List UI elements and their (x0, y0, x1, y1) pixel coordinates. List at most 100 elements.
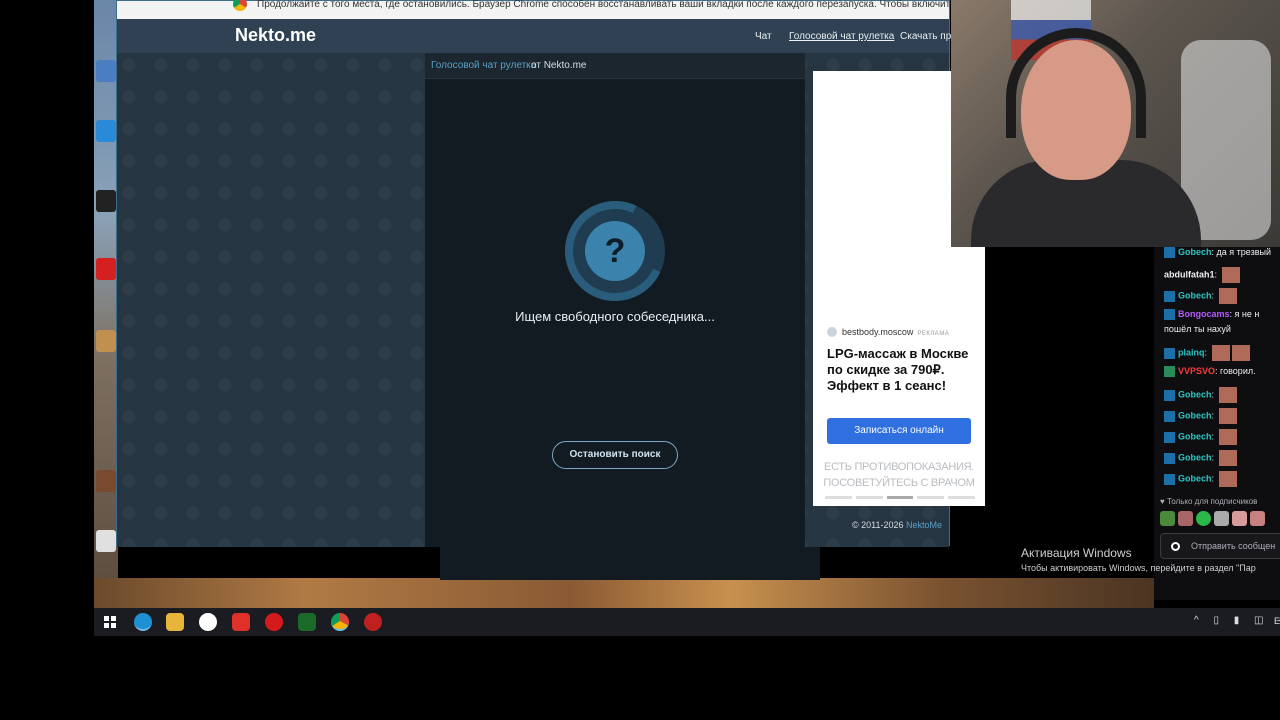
explorer-icon[interactable] (166, 613, 184, 631)
carousel-dot[interactable] (825, 496, 852, 499)
chat-message: Gobech: да я трезвый (1164, 247, 1272, 259)
ad-headline[interactable]: LPG-массаж в Москве по скидке за 790₽. Э… (827, 346, 977, 394)
emote-icon[interactable] (1232, 511, 1247, 526)
desktop-icon[interactable] (96, 120, 116, 142)
carousel-dot[interactable] (855, 496, 883, 499)
emote-icon[interactable] (1196, 511, 1211, 526)
chat-username[interactable]: Gobech (1178, 389, 1212, 399)
opera-icon[interactable] (265, 613, 283, 631)
chat-username[interactable]: Gobech (1178, 410, 1212, 420)
taskbar: ^ ▯ ▮ ◫ ◁) ЕN (94, 608, 1280, 636)
chat-username[interactable]: plainq (1178, 347, 1205, 357)
search-status: Ищем свободного собеседника... (515, 309, 715, 324)
badge-icon (1164, 347, 1175, 359)
badge-icon (1164, 410, 1175, 422)
chat-message: Gobech: (1164, 450, 1237, 466)
chrome-icon[interactable] (331, 613, 349, 631)
badge-icon (1164, 389, 1175, 401)
ad-advertiser: bestbody.moscow РЕКЛАМА (842, 327, 949, 337)
emote-icon (1211, 345, 1230, 361)
site-navbar: Nekto.me Чат Голосовой чат рулетка Скача… (117, 19, 963, 53)
badge-icon (1164, 473, 1175, 485)
system-tray[interactable]: ^ ▯ ▮ ◫ ◁) (1194, 615, 1280, 626)
emote-icon[interactable] (1214, 511, 1229, 526)
chat-text: я не н (1234, 309, 1260, 319)
emote-icon (1218, 429, 1237, 445)
breadcrumb: Голосовой чат рулетка от Nekto.me (425, 53, 805, 79)
chat-username[interactable]: Gobech (1178, 290, 1212, 300)
emote-icon (1218, 288, 1237, 304)
emote-icon (1218, 471, 1237, 487)
desktop-icon[interactable] (96, 530, 116, 552)
desktop-icon[interactable] (96, 190, 116, 212)
chat-username[interactable]: Bongocams (1178, 309, 1230, 319)
ad-cta-button[interactable]: Записаться онлайн (827, 418, 971, 444)
chat-text: да я трезвый (1216, 247, 1272, 257)
desktop-icon[interactable] (96, 60, 116, 82)
chat-message: Gobech: (1164, 471, 1237, 487)
chat-message: Bongocams: я не н (1164, 309, 1260, 321)
chat-text: говорил. (1220, 366, 1256, 376)
badge-icon (1164, 452, 1175, 464)
page-bottom-strip (440, 546, 820, 580)
emote-icon[interactable] (1250, 511, 1265, 526)
carousel-dot[interactable] (917, 496, 945, 499)
subs-only-text: Только для подписчиков (1166, 497, 1258, 506)
question-mark: ? (585, 221, 645, 281)
infobar-text: Продолжайте с того места, где остановили… (257, 0, 1064, 10)
desktop-icon[interactable] (96, 470, 116, 492)
chat-username[interactable]: Gobech (1178, 247, 1212, 257)
copyright-link[interactable]: NektoMe (906, 520, 942, 530)
copyright-text: © 2011-2026 (852, 520, 904, 530)
emote-icon (1218, 450, 1237, 466)
chat-message: VVPSVO: говорил. (1164, 366, 1256, 378)
advertiser-name: bestbody.moscow (842, 327, 914, 337)
start-icon[interactable] (104, 616, 116, 628)
chat-username[interactable]: abdulfatah1 (1164, 269, 1215, 279)
badge-icon (1164, 366, 1175, 378)
stop-search-button[interactable]: Остановить поиск (552, 441, 678, 469)
chat-username[interactable]: Gobech (1178, 473, 1212, 483)
restore-infobar: Продолжайте с того места, где остановили… (117, 0, 1064, 19)
breadcrumb-text: от Nekto.me (531, 60, 587, 71)
chat-message: Gobech: (1164, 408, 1237, 424)
ad-carousel-dots (825, 496, 975, 499)
desktop-strip (94, 0, 118, 608)
desktop-icon[interactable] (96, 258, 116, 280)
ad-badge: РЕКЛАМА (917, 331, 950, 337)
wallpaper (94, 578, 1154, 608)
windows-activation-watermark: Активация Windows Чтобы активировать Win… (1021, 546, 1256, 573)
badge-icon (1164, 247, 1175, 259)
chat-username[interactable]: Gobech (1178, 452, 1212, 462)
breadcrumb-link[interactable]: Голосовой чат рулетка (431, 60, 536, 71)
emote-icon[interactable] (1178, 511, 1193, 526)
nav-chat[interactable]: Чат (755, 31, 772, 42)
ad-warning: ЕСТЬ ПРОТИВОПОКАЗАНИЯ. ПОСОВЕТУЙТЕСЬ С В… (823, 461, 975, 489)
activation-title: Активация Windows (1021, 546, 1132, 560)
app-icon[interactable] (298, 613, 316, 631)
chat-message-continued: пошёл ты нахуй (1164, 324, 1231, 334)
site-logo[interactable]: Nekto.me (235, 25, 316, 46)
language-indicator[interactable]: ЕN (1274, 616, 1280, 626)
chat-panel: Голосовой чат рулетка от Nekto.me ? Ищем… (425, 53, 884, 547)
copyright: © 2011-2026 NektoMe (852, 520, 942, 530)
nav-voice-chat[interactable]: Голосовой чат рулетка (789, 31, 894, 42)
emote-icon[interactable] (1160, 511, 1175, 526)
yandex-browser-icon[interactable] (199, 613, 217, 631)
edge-icon[interactable] (134, 613, 152, 631)
yandex-icon[interactable] (232, 613, 250, 631)
recorder-icon[interactable] (364, 613, 382, 631)
carousel-dot[interactable] (886, 496, 914, 499)
webcam-overlay (951, 0, 1280, 247)
chat-message: Gobech: (1164, 288, 1237, 304)
carousel-dot[interactable] (948, 496, 975, 499)
chat-message: Gobech: (1164, 429, 1237, 445)
desktop-icon[interactable] (96, 330, 116, 352)
advertiser-logo-icon (827, 327, 837, 337)
emote-icon (1231, 345, 1250, 361)
badge-icon (1164, 431, 1175, 443)
chat-username[interactable]: Gobech (1178, 431, 1212, 441)
activation-text: Чтобы активировать Windows, перейдите в … (1021, 563, 1256, 573)
chat-message: abdulfatah1: (1164, 267, 1240, 283)
chat-username[interactable]: VVPSVO (1178, 366, 1215, 376)
